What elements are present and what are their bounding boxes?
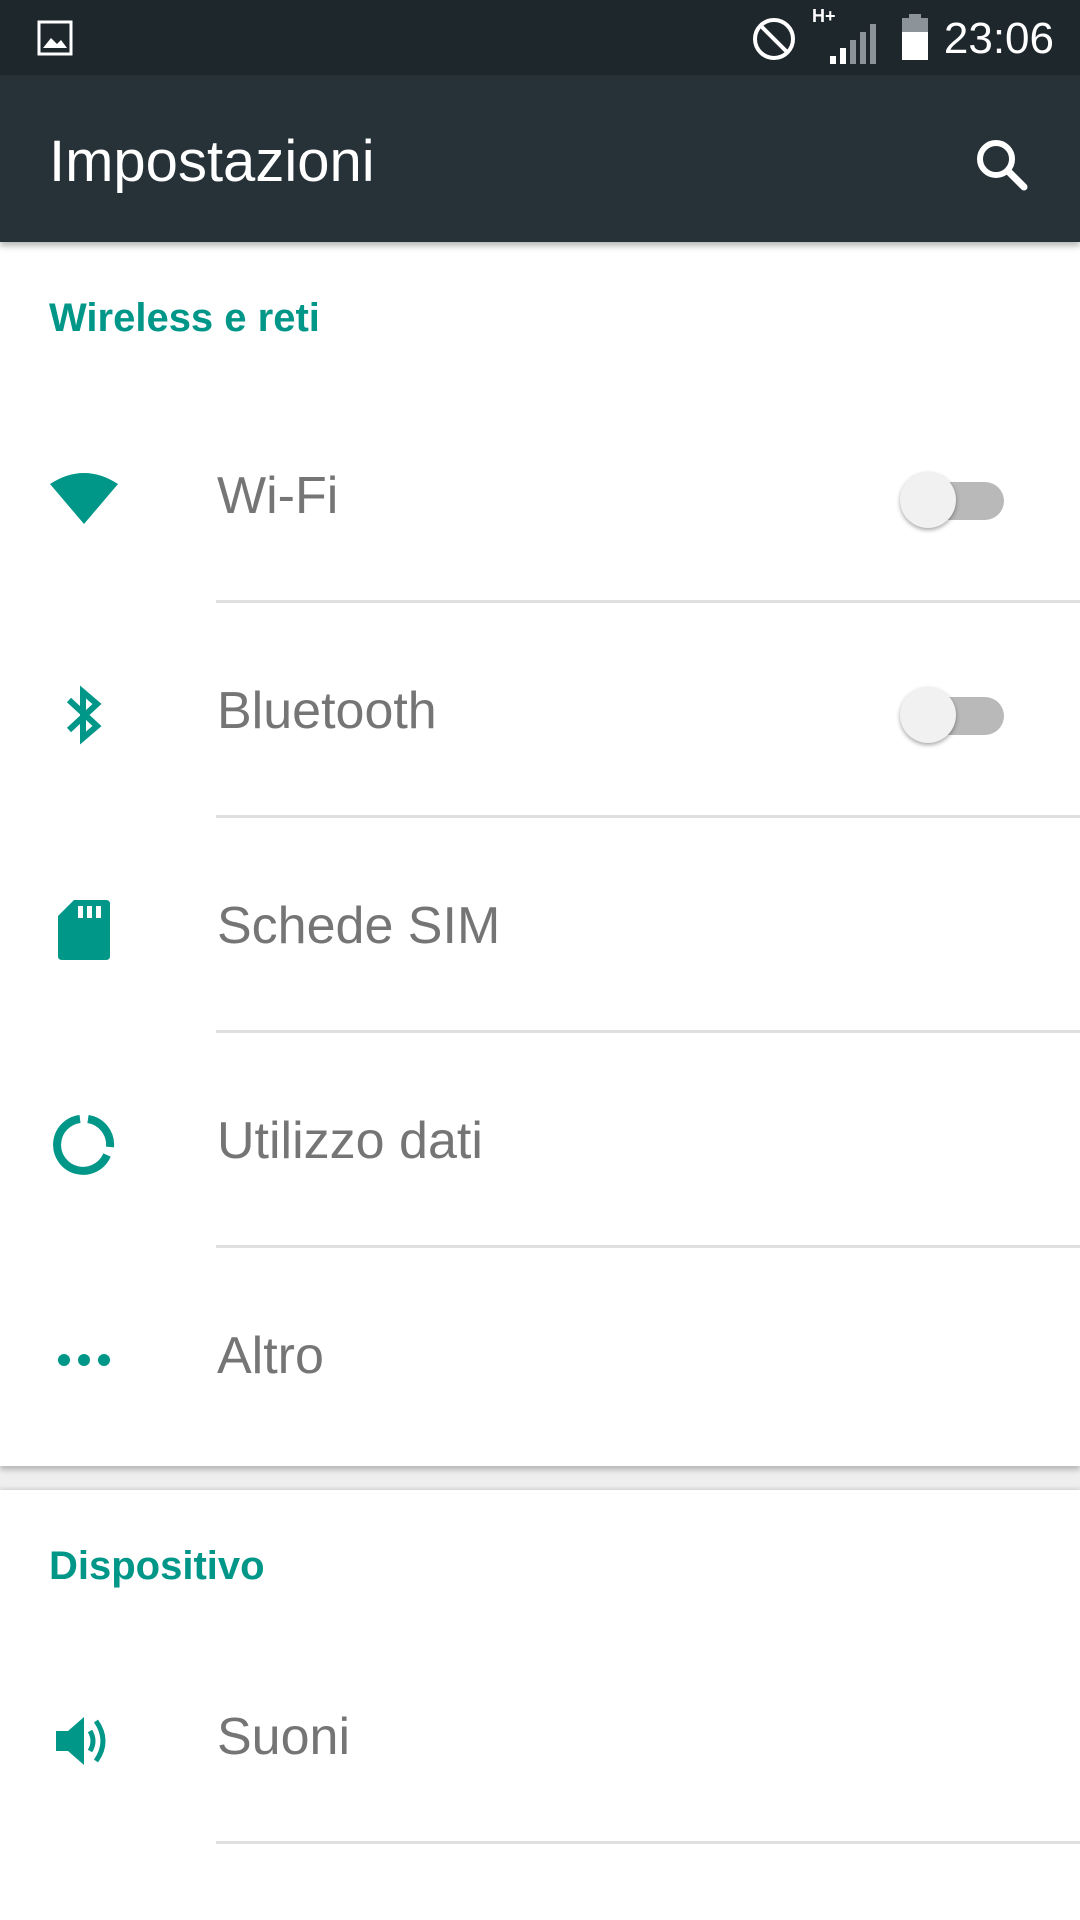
settings-item-sounds[interactable]: Suoni bbox=[0, 1629, 1080, 1844]
volume-icon bbox=[44, 1701, 124, 1781]
gallery-icon bbox=[37, 20, 73, 56]
section-header-device: Dispositivo bbox=[49, 1544, 265, 1588]
device-section: Dispositivo Suoni bbox=[0, 1490, 1080, 1920]
settings-item-sim-cards[interactable]: Schede SIM bbox=[0, 818, 1080, 1033]
sim-card-icon bbox=[44, 890, 124, 970]
settings-item-label: Suoni bbox=[217, 1708, 350, 1766]
section-gap bbox=[0, 1466, 1080, 1490]
network-type-label: H+ bbox=[812, 6, 836, 26]
settings-item-label: Wi-Fi bbox=[217, 467, 339, 525]
settings-item-label: Altro bbox=[217, 1327, 324, 1385]
section-header-wireless: Wireless e reti bbox=[49, 296, 320, 340]
data-usage-icon bbox=[44, 1105, 124, 1185]
bluetooth-icon bbox=[44, 675, 124, 755]
settings-item-bluetooth[interactable]: Bluetooth bbox=[0, 603, 1080, 818]
app-bar: Impostazioni bbox=[0, 75, 1080, 242]
settings-item-label: Schede SIM bbox=[217, 897, 501, 955]
search-button[interactable] bbox=[966, 129, 1038, 201]
settings-item-wifi[interactable]: Wi-Fi bbox=[0, 388, 1080, 603]
clock: 23:06 bbox=[943, 14, 1054, 63]
divider bbox=[216, 1841, 1080, 1844]
search-icon bbox=[977, 140, 1028, 191]
settings-item-more[interactable]: Altro bbox=[0, 1248, 1080, 1463]
battery-icon bbox=[902, 14, 928, 60]
do-not-disturb-icon bbox=[753, 18, 795, 60]
more-icon bbox=[44, 1320, 124, 1400]
wireless-section: Wireless e reti Wi-Fi Bluetooth Schede S… bbox=[0, 242, 1080, 1466]
bluetooth-toggle[interactable] bbox=[900, 681, 1010, 743]
settings-item-label: Bluetooth bbox=[217, 682, 437, 740]
settings-item-data-usage[interactable]: Utilizzo dati bbox=[0, 1033, 1080, 1248]
status-bar: H+ 23:06 bbox=[0, 0, 1080, 75]
toggle-thumb bbox=[900, 472, 956, 528]
toggle-thumb bbox=[900, 687, 956, 743]
settings-item-label: Utilizzo dati bbox=[217, 1112, 483, 1170]
page-title: Impostazioni bbox=[49, 129, 375, 194]
wifi-toggle[interactable] bbox=[900, 466, 1010, 528]
wifi-icon bbox=[44, 460, 124, 540]
signal-icon: H+ bbox=[812, 6, 876, 64]
